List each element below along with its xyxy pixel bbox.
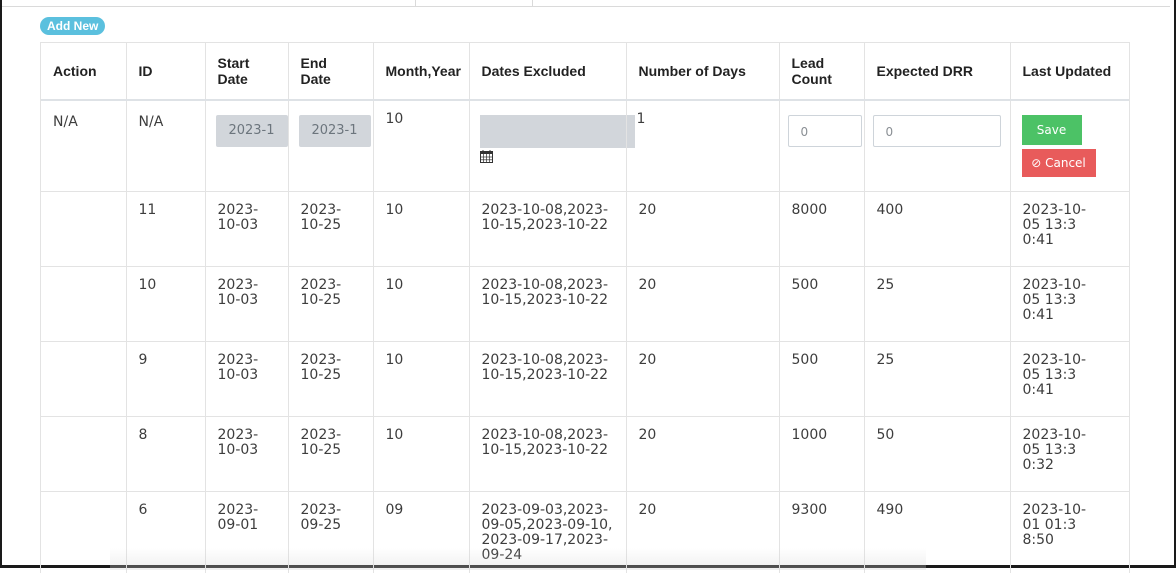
header-lead-count: Lead Count [779,43,864,100]
row-id: 11 [126,192,205,267]
lead-count-input[interactable]: 0 [788,115,862,147]
row-month-year: 10 [373,417,469,492]
end-date-input[interactable]: 2023-1 [299,115,371,147]
row-id: 8 [126,417,205,492]
row-number-of-days: 20 [626,492,779,573]
row-number-of-days: 20 [626,417,779,492]
table-row: 8 2023-10-03 2023-10-25 10 2023-10-08,20… [41,417,1129,492]
row-expected-drr: 25 [864,342,1010,417]
lead-count-cell: 0 [779,100,864,192]
cancel-button[interactable]: ⊘ Cancel [1022,149,1096,177]
row-end-date: 2023-10-25 [288,417,373,492]
row-month-year: 09 [373,492,469,573]
row-expected-drr: 50 [864,417,1010,492]
row-end-date: 2023-09-25 [288,492,373,573]
expected-drr-input[interactable]: 0 [873,115,1001,147]
row-action [41,492,126,573]
new-entry-row: N/A N/A 2023-1 2023-1 10 [41,100,1129,192]
header-id: ID [126,43,205,100]
row-lead-count: 8000 [779,192,864,267]
tab-strip-border [2,6,1170,7]
row-number-of-days: 20 [626,267,779,342]
row-expected-drr: 490 [864,492,1010,573]
row-last-updated: 2023-10-05 13:30:41 [1010,342,1129,417]
row-action [41,342,126,417]
row-lead-count: 500 [779,267,864,342]
dates-excluded-input[interactable] [480,115,635,148]
row-last-updated: 2023-10-05 13:30:41 [1010,192,1129,267]
row-dates-excluded: 2023-10-08,2023-10-15,2023-10-22 [469,192,626,267]
row-start-date: 2023-10-03 [205,192,288,267]
row-number-of-days: 20 [626,342,779,417]
new-entry-number-of-days: 1 [626,100,779,192]
new-entry-action: N/A [41,100,126,192]
save-button[interactable]: Save [1022,115,1082,145]
row-action [41,417,126,492]
tab-strip [2,0,1170,6]
expected-drr-cell: 0 [864,100,1010,192]
row-number-of-days: 20 [626,192,779,267]
row-dates-excluded: 2023-10-08,2023-10-15,2023-10-22 [469,267,626,342]
row-dates-excluded: 2023-09-03,2023-09-05,2023-09-10,2023-09… [469,492,626,573]
row-last-updated: 2023-10-05 13:30:32 [1010,417,1129,492]
table-row: 9 2023-10-03 2023-10-25 10 2023-10-08,20… [41,342,1129,417]
row-lead-count: 500 [779,342,864,417]
new-entry-month-year: 10 [373,100,469,192]
row-last-updated: 2023-10-05 13:30:41 [1010,267,1129,342]
row-action [41,267,126,342]
end-date-cell: 2023-1 [288,100,373,192]
row-start-date: 2023-10-03 [205,417,288,492]
header-expected-drr: Expected DRR [864,43,1010,100]
row-dates-excluded: 2023-10-08,2023-10-15,2023-10-22 [469,417,626,492]
header-end-date: End Date [288,43,373,100]
targets-table-container: Action ID Start Date End Date Month,Year… [40,42,1130,573]
row-id: 9 [126,342,205,417]
table-row: 11 2023-10-03 2023-10-25 10 2023-10-08,2… [41,192,1129,267]
header-start-date: Start Date [205,43,288,100]
row-month-year: 10 [373,342,469,417]
row-start-date: 2023-10-03 [205,267,288,342]
new-entry-id: N/A [126,100,205,192]
row-end-date: 2023-10-25 [288,267,373,342]
row-end-date: 2023-10-25 [288,342,373,417]
row-end-date: 2023-10-25 [288,192,373,267]
row-action [41,192,126,267]
header-action: Action [41,43,126,100]
header-number-of-days: Number of Days [626,43,779,100]
row-last-updated: 2023-10-01 01:38:50 [1010,492,1129,573]
row-id: 10 [126,267,205,342]
tab-active[interactable] [415,0,533,6]
start-date-cell: 2023-1 [205,100,288,192]
row-start-date: 2023-09-01 [205,492,288,573]
row-month-year: 10 [373,267,469,342]
row-lead-count: 1000 [779,417,864,492]
table-row: 10 2023-10-03 2023-10-25 10 2023-10-08,2… [41,267,1129,342]
row-id: 6 [126,492,205,573]
add-new-button[interactable]: Add New [40,17,105,35]
table-header-row: Action ID Start Date End Date Month,Year… [41,43,1129,100]
row-month-year: 10 [373,192,469,267]
start-date-input[interactable]: 2023-1 [216,115,288,147]
row-lead-count: 9300 [779,492,864,573]
table-row: 6 2023-09-01 2023-09-25 09 2023-09-03,20… [41,492,1129,573]
row-expected-drr: 400 [864,192,1010,267]
new-entry-actions: Save ⊘ Cancel [1010,100,1129,192]
header-dates-excluded: Dates Excluded [469,43,626,100]
row-expected-drr: 25 [864,267,1010,342]
header-month-year: Month,Year [373,43,469,100]
dates-excluded-cell [469,100,626,192]
header-last-updated: Last Updated [1010,43,1129,100]
row-dates-excluded: 2023-10-08,2023-10-15,2023-10-22 [469,342,626,417]
targets-table: Action ID Start Date End Date Month,Year… [41,43,1129,573]
row-start-date: 2023-10-03 [205,342,288,417]
calendar-icon[interactable] [480,150,614,167]
